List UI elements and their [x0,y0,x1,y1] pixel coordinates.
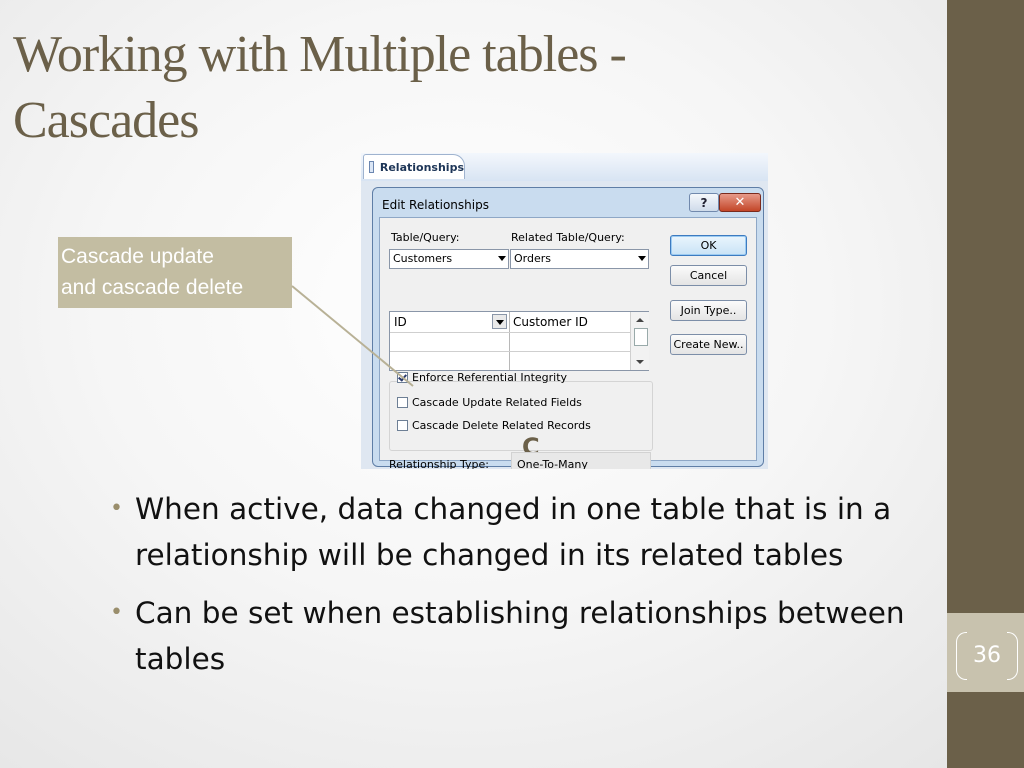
join-type-button[interactable]: Join Type.. [670,300,747,321]
cascade-delete-label: Cascade Delete Related Records [412,419,591,432]
tab-relationships[interactable]: Relationships [363,154,465,179]
bullet-line2: tables [135,642,226,676]
grid-divider [509,312,510,370]
cancel-button[interactable]: Cancel [670,265,747,286]
scroll-up-icon[interactable] [636,318,644,322]
callout-line1: Cascade update [61,245,214,268]
slide-title: Working with Multiple tables - Cascades [13,22,913,154]
table-query-label: Table/Query: [391,231,460,244]
checkbox-checked-icon[interactable] [397,372,408,383]
help-button[interactable]: ? [689,193,719,212]
related-table-query-value: Orders [514,252,551,265]
access-screenshot: Relationships Edit Relationships ? ✕ Tab… [361,153,768,469]
related-table-query-label: Related Table/Query: [511,231,625,244]
grid-scrollbar[interactable] [630,312,649,370]
callout-line2: and cascade delete [61,276,244,299]
enforce-integrity-checkbox[interactable]: Enforce Referential Integrity [397,371,567,384]
page-number: 36 [956,632,1018,680]
bullet-list: • When active, data changed in one table… [108,486,948,694]
close-button[interactable]: ✕ [719,193,761,212]
ok-button[interactable]: OK [670,235,747,256]
cascade-delete-checkbox[interactable]: Cascade Delete Related Records [397,419,591,432]
cascade-update-checkbox[interactable]: Cascade Update Related Fields [397,396,582,409]
bullet-line1: When active, data changed in one table t… [135,492,892,526]
edit-relationships-dialog: Edit Relationships ? ✕ Table/Query: Rela… [372,187,764,469]
bullet-dot-icon: • [110,600,123,625]
chevron-down-icon [498,256,506,261]
bullet-line1: Can be set when establishing relationshi… [135,596,905,630]
related-table-query-select[interactable]: Orders [510,249,649,269]
bullet-item: • When active, data changed in one table… [108,486,948,578]
integrity-options-group [389,381,653,451]
grid-field-right[interactable]: Customer ID [513,315,588,329]
page-number-text: 36 [973,642,1001,668]
dialog-title: Edit Relationships [382,198,489,212]
bracket-left-icon [956,632,967,680]
cascade-update-label: Cascade Update Related Fields [412,396,582,409]
relationships-icon [369,161,374,173]
checkbox-unchecked-icon[interactable] [397,420,408,431]
create-new-button[interactable]: Create New.. [670,334,747,355]
grid-field-left[interactable]: ID [394,315,407,329]
ribbon-bar: Relationships [361,153,768,181]
chevron-down-icon [638,256,646,261]
callout-box: Cascade update and cascade delete [58,237,292,308]
slide-title-line1: Working with Multiple tables - [13,26,627,83]
tab-relationships-label: Relationships [379,160,464,174]
dialog-body: Table/Query: Related Table/Query: Custom… [379,217,757,469]
field-dropdown-button[interactable] [492,314,507,329]
slide-title-line2: Cascades [13,92,199,149]
relationship-type-label: Relationship Type: [389,458,489,469]
scroll-down-icon[interactable] [636,360,644,364]
field-mapping-grid: ID Customer ID [389,311,649,371]
relationship-type-value: One-To-Many [511,452,651,469]
bracket-right-icon [1007,632,1018,680]
bullet-item: • Can be set when establishing relations… [108,590,948,682]
grid-row-line [390,332,630,333]
bullet-line2: relationship will be changed in its rela… [135,538,844,572]
bullet-dot-icon: • [110,496,123,521]
grid-row-line [390,351,630,352]
checkbox-unchecked-icon[interactable] [397,397,408,408]
table-query-select[interactable]: Customers [389,249,509,269]
enforce-integrity-label: Enforce Referential Integrity [412,371,568,384]
table-query-value: Customers [393,252,453,265]
scroll-thumb[interactable] [634,328,648,346]
